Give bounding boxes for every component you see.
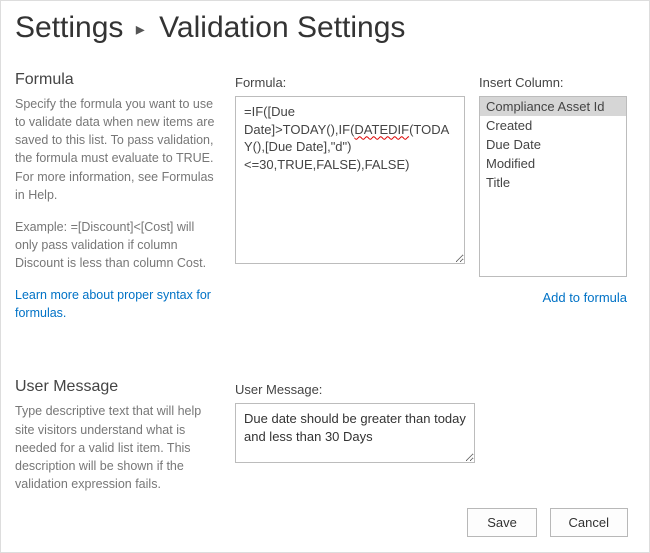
insert-column-listbox[interactable]: Compliance Asset IdCreatedDue DateModifi…	[479, 96, 627, 277]
button-row: Save Cancel	[459, 508, 628, 537]
insert-column-label: Insert Column:	[479, 75, 627, 90]
column-option[interactable]: Title	[480, 173, 626, 192]
cancel-button[interactable]: Cancel	[550, 508, 628, 537]
breadcrumb: Settings ▸ Validation Settings	[1, 1, 649, 53]
user-message-help: Type descriptive text that will help sit…	[15, 402, 219, 493]
column-option[interactable]: Due Date	[480, 135, 626, 154]
formula-help-1: Specify the formula you want to use to v…	[15, 95, 219, 204]
formula-section-title: Formula	[15, 71, 219, 89]
page-title: Validation Settings	[159, 11, 405, 44]
breadcrumb-settings-link[interactable]: Settings	[15, 11, 123, 44]
column-option[interactable]: Compliance Asset Id	[480, 97, 626, 116]
syntax-help-link[interactable]: Learn more about proper syntax for formu…	[15, 286, 219, 322]
formula-help-2: Example: =[Discount]<[Cost] will only pa…	[15, 218, 219, 272]
user-message-textarea[interactable]	[235, 403, 475, 463]
column-option[interactable]: Created	[480, 116, 626, 135]
formula-field-label: Formula:	[235, 75, 465, 90]
chevron-right-icon: ▸	[136, 19, 145, 39]
formula-textarea[interactable]: =IF([Due Date]>TODAY(),IF(DATEDIF(TODAY(…	[235, 96, 465, 264]
column-option[interactable]: Modified	[480, 154, 626, 173]
user-message-field-label: User Message:	[235, 382, 475, 397]
add-to-formula-link[interactable]: Add to formula	[542, 290, 627, 305]
user-message-section-title: User Message	[15, 378, 219, 396]
save-button[interactable]: Save	[467, 508, 537, 537]
